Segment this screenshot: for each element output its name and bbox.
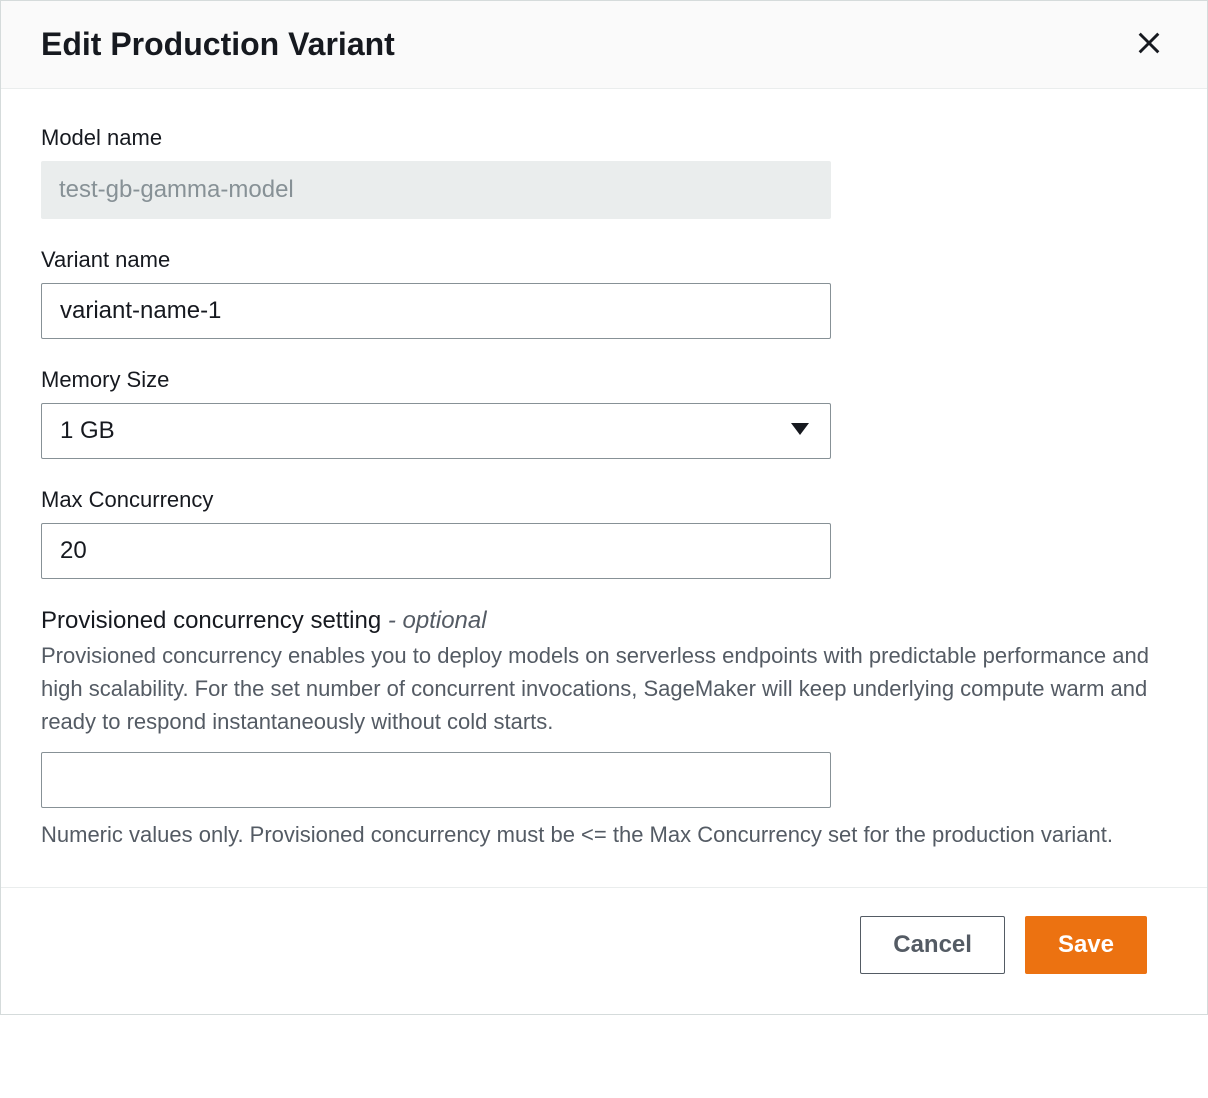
close-button[interactable] xyxy=(1131,25,1167,64)
memory-size-label: Memory Size xyxy=(41,367,1167,393)
memory-size-value: 1 GB xyxy=(60,417,115,444)
max-concurrency-input[interactable] xyxy=(41,523,831,579)
provisioned-concurrency-hint: Numeric values only. Provisioned concurr… xyxy=(41,818,1167,851)
save-button[interactable]: Save xyxy=(1025,916,1147,974)
cancel-button[interactable]: Cancel xyxy=(860,916,1005,974)
memory-size-select-wrapper: 1 GB xyxy=(41,403,831,459)
modal-title: Edit Production Variant xyxy=(41,26,395,63)
edit-production-variant-modal: Edit Production Variant Model name test-… xyxy=(0,0,1208,1015)
model-name-group: Model name test-gb-gamma-model xyxy=(41,125,1167,219)
variant-name-label: Variant name xyxy=(41,247,1167,273)
provisioned-concurrency-description: Provisioned concurrency enables you to d… xyxy=(41,639,1167,738)
max-concurrency-label: Max Concurrency xyxy=(41,487,1167,513)
optional-suffix: - optional xyxy=(381,607,486,634)
memory-size-group: Memory Size 1 GB xyxy=(41,367,1167,459)
close-icon xyxy=(1135,29,1163,60)
modal-header: Edit Production Variant xyxy=(1,1,1207,89)
variant-name-input[interactable] xyxy=(41,283,831,339)
max-concurrency-group: Max Concurrency xyxy=(41,487,1167,579)
memory-size-select[interactable]: 1 GB xyxy=(41,403,831,459)
provisioned-concurrency-label: Provisioned concurrency setting - option… xyxy=(41,607,1167,635)
model-name-label: Model name xyxy=(41,125,1167,151)
provisioned-concurrency-input[interactable] xyxy=(41,752,831,808)
modal-body: Model name test-gb-gamma-model Variant n… xyxy=(1,89,1207,887)
variant-name-group: Variant name xyxy=(41,247,1167,339)
provisioned-concurrency-label-text: Provisioned concurrency setting xyxy=(41,607,381,634)
model-name-field: test-gb-gamma-model xyxy=(41,161,831,219)
provisioned-concurrency-group: Provisioned concurrency setting - option… xyxy=(41,607,1167,851)
modal-footer: Cancel Save xyxy=(1,887,1207,1014)
